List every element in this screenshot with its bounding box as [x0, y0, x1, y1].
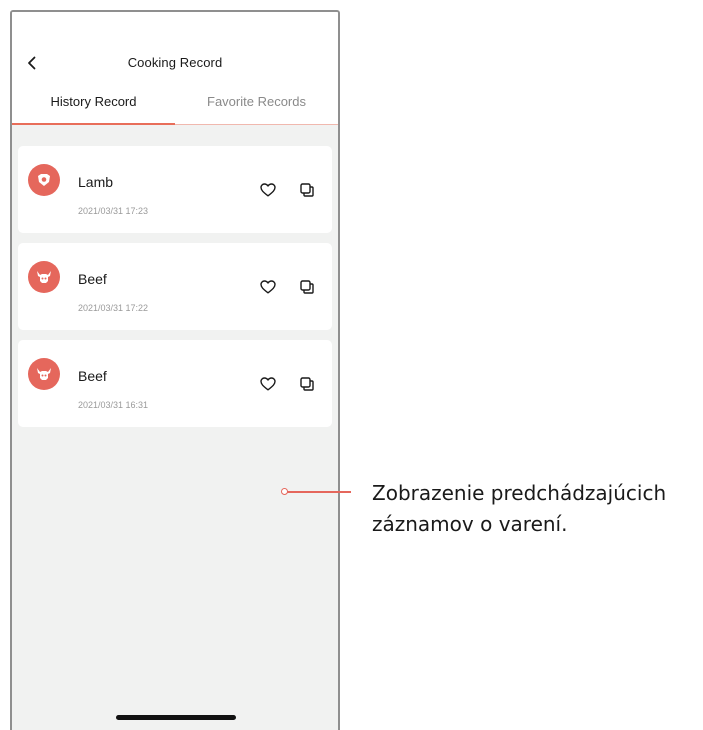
copy-button[interactable] [297, 277, 317, 297]
copy-button[interactable] [297, 374, 317, 394]
record-timestamp: 2021/03/31 16:31 [78, 400, 149, 410]
heart-icon [260, 377, 276, 391]
record-timestamp: 2021/03/31 17:23 [78, 206, 149, 216]
record-icon-badge [28, 358, 60, 390]
home-indicator [116, 715, 236, 720]
beef-icon [37, 368, 51, 380]
record-icon-badge [28, 164, 60, 196]
record-name: Beef [78, 271, 107, 287]
copy-icon [300, 280, 314, 294]
callout-line [287, 491, 351, 493]
page-title: Cooking Record [127, 55, 223, 70]
list-item[interactable]: Beef 2021/03/31 16:31 [18, 340, 332, 427]
record-name: Lamb [78, 174, 114, 190]
records-list: Lamb 2021/03/31 17:23 Beef 2021/03/31 17… [12, 125, 338, 730]
beef-icon [37, 271, 51, 283]
list-item[interactable]: Lamb 2021/03/31 17:23 [18, 146, 332, 233]
copy-button[interactable] [297, 180, 317, 200]
heart-icon [260, 280, 276, 294]
callout-annotation: Zobrazenie predchádzajúcich záznamov o v… [372, 481, 667, 536]
tab-history-record[interactable]: History Record [12, 94, 175, 109]
tab-bar: History Record Favorite Records [12, 94, 338, 124]
record-icon-badge [28, 261, 60, 293]
favorite-button[interactable] [258, 374, 278, 394]
record-name: Beef [78, 368, 107, 384]
favorite-button[interactable] [258, 277, 278, 297]
top-bar: Cooking Record History Record Favorite R… [12, 12, 338, 134]
list-item[interactable]: Beef 2021/03/31 17:22 [18, 243, 332, 330]
copy-icon [300, 377, 314, 391]
record-timestamp: 2021/03/31 17:22 [78, 303, 149, 313]
copy-icon [300, 183, 314, 197]
favorite-button[interactable] [258, 180, 278, 200]
phone-screen: Cooking Record History Record Favorite R… [10, 10, 340, 730]
lamb-icon [38, 174, 50, 186]
heart-icon [260, 183, 276, 197]
tab-favorite-records[interactable]: Favorite Records [175, 94, 338, 109]
